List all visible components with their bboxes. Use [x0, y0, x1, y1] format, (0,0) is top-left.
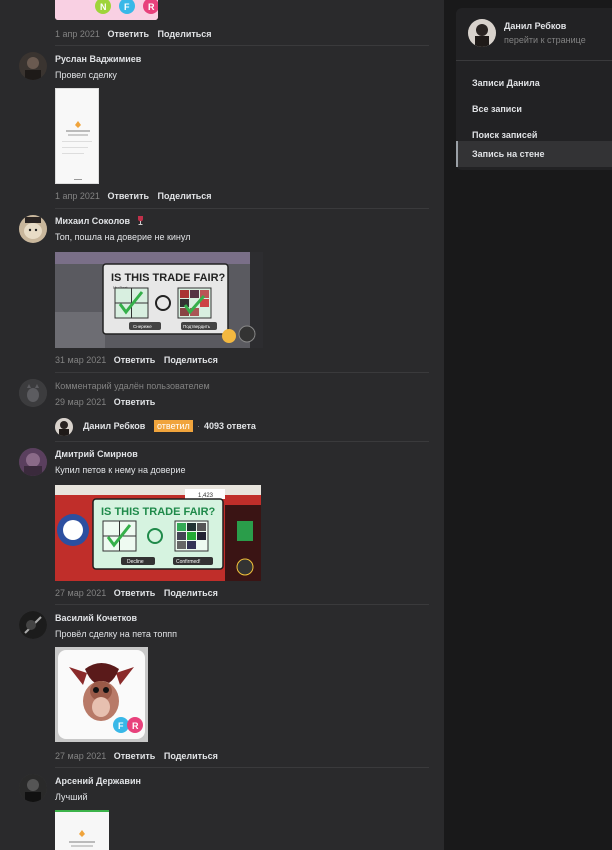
comment-meta: 1 апр 2021 Ответить Поделиться	[55, 28, 218, 40]
profile-avatar[interactable]	[468, 19, 496, 47]
comment-body: Михаил Соколов Топ, пошла на доверие не …	[55, 215, 428, 244]
profile-link[interactable]: перейти к странице	[504, 35, 586, 45]
comment-author-name[interactable]: Михаил Соколов	[55, 216, 130, 226]
svg-text:R: R	[148, 2, 155, 12]
comment-text: Топ, пошла на доверие не кинул	[55, 232, 191, 242]
comment-body: Дмитрий Смирнов Купил петов к нему на до…	[55, 448, 428, 477]
comment-body: Руслан Ваджимиев Провел сделку	[55, 53, 428, 82]
comment-body: Василий Кочетков Провёл сделку на пета т…	[55, 612, 428, 641]
reply-author[interactable]: Данил Ребков	[83, 421, 145, 431]
trade-accept: Confirmed!	[176, 559, 200, 565]
thread-replies[interactable]: Данил Ребков ответил · 4093 ответа	[55, 418, 435, 436]
comment-meta: 1 апр 2021 Ответить Поделиться	[55, 190, 218, 202]
reply-count-text[interactable]: 4093 ответа	[204, 421, 256, 431]
comment-meta: 27 мар 2021 Ответить Поделиться	[55, 587, 224, 599]
wine-glass-icon	[137, 216, 143, 225]
reply-link[interactable]: Ответить	[107, 29, 149, 39]
share-link[interactable]: Поделиться	[158, 191, 212, 201]
phone-screenshot-image	[55, 810, 109, 850]
trade-accept: Подтвердить	[183, 324, 211, 329]
svg-text:N: N	[100, 2, 107, 12]
divider	[55, 372, 429, 373]
share-link[interactable]: Поделиться	[164, 751, 218, 761]
share-link[interactable]: Поделиться	[164, 588, 218, 598]
comment-date: 1 апр 2021	[55, 29, 100, 39]
comment-text: Провёл сделку на пета топпп	[55, 629, 177, 639]
comment-author[interactable]: Руслан Ваджимиев	[55, 53, 428, 66]
comment-author[interactable]: Арсений Державин	[55, 775, 428, 788]
comment-date: 27 мар 2021	[55, 588, 107, 598]
comment-attachment-image[interactable]: 1,423 IS THIS TRADE FAIR? Decline Confir…	[55, 485, 261, 581]
comment-author[interactable]: Дмитрий Смирнов	[55, 448, 428, 461]
reply-dot: ·	[197, 421, 200, 431]
comment-author[interactable]: Михаил Соколов	[55, 215, 428, 228]
trade-screenshot-image: 1,423 IS THIS TRADE FAIR? Decline Confir…	[55, 485, 261, 581]
pet-badges-image: N F R	[55, 0, 158, 20]
svg-text:F: F	[124, 2, 130, 12]
svg-text:F: F	[118, 721, 124, 731]
reply-count[interactable]: · 4093 ответа	[197, 421, 256, 431]
divider	[55, 767, 429, 768]
avatar[interactable]	[19, 215, 47, 243]
sidebar-item-all-posts[interactable]: Все записи	[456, 96, 612, 122]
comment-text: Лучший	[55, 792, 88, 802]
reply-link[interactable]: Ответить	[114, 588, 156, 598]
trade-decline: Снереже	[133, 324, 152, 329]
comment-date: 29 мар 2021	[55, 397, 107, 407]
divider	[55, 604, 429, 605]
comment-meta: 29 мар 2021 Ответить	[55, 396, 161, 408]
reply-link[interactable]: Ответить	[114, 751, 156, 761]
sidebar-item-user-posts[interactable]: Записи Данила	[456, 70, 612, 96]
trade-decline: Decline	[127, 559, 144, 565]
avatar-deleted	[19, 379, 47, 407]
trade-top-value: 1,423	[198, 493, 214, 499]
comment-attachment-image[interactable]: N F R	[55, 0, 158, 20]
comment-attachment-image[interactable]: F R	[55, 647, 148, 742]
deleted-user-icon	[19, 379, 47, 407]
comments-feed: N F R 1 апр 2021 Ответить Поделиться Рус…	[0, 0, 444, 850]
comment-meta: 27 мар 2021 Ответить Поделиться	[55, 750, 224, 762]
trade-screenshot-image: IS THIS TRADE FAIR? My Best Снереже Подт…	[55, 252, 263, 348]
reply-avatar	[55, 418, 73, 436]
comment-meta: 31 мар 2021 Ответить Поделиться	[55, 354, 224, 366]
divider	[55, 441, 429, 442]
comment-date: 1 апр 2021	[55, 191, 100, 201]
comment-body: Арсений Державин Лучший	[55, 775, 428, 804]
reply-link[interactable]: Ответить	[107, 191, 149, 201]
comment-text: Купил петов к нему на доверие	[55, 465, 186, 475]
reply-link[interactable]: Ответить	[114, 397, 156, 407]
avatar[interactable]	[19, 448, 47, 476]
divider	[55, 45, 429, 46]
divider	[456, 60, 612, 61]
sidebar-item-wall-post[interactable]: Запись на стене	[456, 141, 612, 167]
comment-attachment-image[interactable]: IS THIS TRADE FAIR? My Best Снереже Подт…	[55, 252, 263, 348]
avatar[interactable]	[19, 611, 47, 639]
deleted-comment-text: Комментарий удалён пользователем	[55, 381, 210, 391]
comment-date: 31 мар 2021	[55, 355, 107, 365]
comment-date: 27 мар 2021	[55, 751, 107, 761]
sidebar: Данил Ребков перейти к странице Записи Д…	[456, 8, 612, 170]
comment-text: Провел сделку	[55, 70, 117, 80]
divider	[55, 208, 429, 209]
phone-screenshot-image	[56, 89, 98, 183]
share-link[interactable]: Поделиться	[158, 29, 212, 39]
trade-title: IS THIS TRADE FAIR?	[111, 272, 226, 284]
reply-link[interactable]: Ответить	[114, 355, 156, 365]
comment-body: Комментарий удалён пользователем	[55, 380, 428, 393]
comment-author[interactable]: Василий Кочетков	[55, 612, 428, 625]
avatar[interactable]	[19, 774, 47, 802]
share-link[interactable]: Поделиться	[164, 355, 218, 365]
svg-text:R: R	[132, 721, 139, 731]
replied-tag: ответил	[154, 420, 193, 432]
comment-attachment-image[interactable]	[55, 810, 109, 850]
profile-name[interactable]: Данил Ребков	[504, 21, 566, 31]
pet-image: F R	[55, 647, 148, 742]
trade-title: IS THIS TRADE FAIR?	[101, 506, 216, 518]
comment-attachment-image[interactable]	[55, 88, 99, 184]
avatar[interactable]	[19, 52, 47, 80]
